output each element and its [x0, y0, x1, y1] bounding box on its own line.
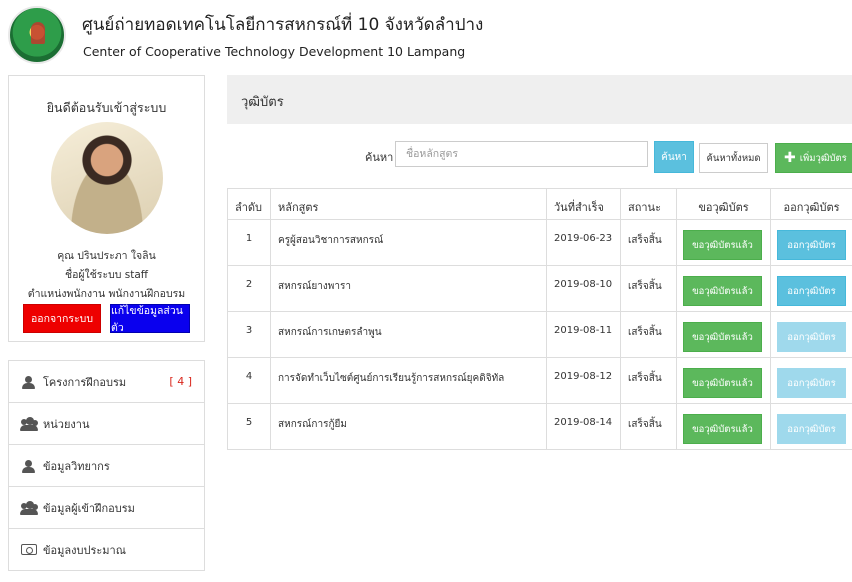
issue-certificate-button-disabled: ออกวุฒิบัตร: [777, 414, 846, 444]
issue-certificate-button[interactable]: ออกวุฒิบัตร: [777, 276, 846, 306]
course-name: การจัดทำเว็บไซต์ศูนย์การเรียนรู้การสหกรณ…: [270, 357, 547, 404]
plus-icon: ✚: [784, 150, 796, 166]
page-title: วุฒิบัตร: [241, 95, 284, 110]
user-fullname: คุณ ปรินประภา ใจลิน: [57, 250, 156, 262]
request-certificate-button[interactable]: ขอวุฒิบัตรแล้ว: [683, 414, 762, 444]
sidebar-item-trainees[interactable]: ข้อมูลผู้เข้าฝึกอบรม: [8, 486, 205, 529]
row-number: 1: [227, 219, 271, 266]
site-title-english: Center of Cooperative Technology Develop…: [83, 44, 466, 59]
sidebar-item-label: หน่วยงาน: [43, 417, 90, 431]
sidebar-item-lecturers[interactable]: ข้อมูลวิทยากร: [8, 444, 205, 487]
site-header: ศูนย์ถ่ายทอดเทคโนโลยีการสหกรณ์ที่ 10 จัง…: [0, 0, 852, 68]
course-name: สหกรณ์ยางพารา: [270, 265, 547, 312]
users-icon: [20, 418, 38, 431]
completion-date: 2019-08-14: [546, 403, 621, 450]
search-label: ค้นหา: [365, 151, 394, 164]
profile-card: ยินดีต้อนรับเข้าสู่ระบบ คุณ ปรินประภา ใจ…: [8, 75, 205, 342]
column-header-date: วันที่สำเร็จ: [546, 188, 621, 220]
row-number: 5: [227, 403, 271, 450]
search-all-button[interactable]: ค้นหาทั้งหมด: [699, 143, 768, 173]
column-header-issue: ออกวุฒิบัตร: [770, 188, 852, 220]
column-header-status: สถานะ: [620, 188, 677, 220]
column-header-course: หลักสูตร: [270, 188, 547, 220]
user-position: ตำแหน่งพนักงาน พนักงานฝึกอบรม: [27, 288, 186, 300]
add-certificate-button[interactable]: ✚ เพิ่มวุฒิบัตร: [775, 143, 852, 173]
avatar: [51, 122, 163, 234]
row-number: 2: [227, 265, 271, 312]
issue-certificate-button-disabled: ออกวุฒิบัตร: [777, 368, 846, 398]
user-username: ชื่อผู้ใช้ระบบ staff: [64, 269, 149, 281]
request-certificate-button[interactable]: ขอวุฒิบัตรแล้ว: [683, 322, 762, 352]
add-certificate-label: เพิ่มวุฒิบัตร: [799, 152, 847, 164]
welcome-text: ยินดีต้อนรับเข้าสู่ระบบ: [46, 100, 167, 115]
side-menu: โครงการฝึกอบรม [ 4 ] หน่วยงาน ข้อมูลวิทย…: [8, 360, 205, 571]
course-name: สหกรณ์การกู้ยืม: [270, 403, 547, 450]
status-text: เสร็จสิ้น: [620, 357, 677, 404]
row-number: 4: [227, 357, 271, 404]
count-badge: [ 4 ]: [169, 375, 192, 388]
completion-date: 2019-06-23: [546, 219, 621, 266]
request-certificate-button[interactable]: ขอวุฒิบัตรแล้ว: [683, 230, 762, 260]
issue-certificate-button[interactable]: ออกวุฒิบัตร: [777, 230, 846, 260]
search-input[interactable]: [395, 141, 648, 167]
status-text: เสร็จสิ้น: [620, 403, 677, 450]
cooperative-logo[interactable]: [8, 6, 66, 64]
status-text: เสร็จสิ้น: [620, 311, 677, 358]
logout-button[interactable]: ออกจากระบบ: [23, 304, 101, 333]
status-text: เสร็จสิ้น: [620, 219, 677, 266]
table-row: 3 สหกรณ์การเกษตรลำพูน 2019-08-11 เสร็จสิ…: [227, 311, 852, 358]
column-header-no: ลำดับ: [227, 188, 271, 220]
search-button[interactable]: ค้นหา: [654, 141, 694, 173]
sidebar-item-label: ข้อมูลผู้เข้าฝึกอบรม: [43, 501, 135, 515]
request-certificate-button[interactable]: ขอวุฒิบัตรแล้ว: [683, 276, 762, 306]
sidebar-item-budget[interactable]: ข้อมูลงบประมาณ: [8, 528, 205, 571]
sidebar-item-training-projects[interactable]: โครงการฝึกอบรม [ 4 ]: [8, 360, 205, 403]
certificates-table: ลำดับ หลักสูตร วันที่สำเร็จ สถานะ ขอวุฒิ…: [227, 188, 852, 450]
course-name: สหกรณ์การเกษตรลำพูน: [270, 311, 547, 358]
table-row: 2 สหกรณ์ยางพารา 2019-08-10 เสร็จสิ้น ขอว…: [227, 265, 852, 312]
user-icon: [21, 459, 37, 473]
status-text: เสร็จสิ้น: [620, 265, 677, 312]
site-title-thai: ศูนย์ถ่ายทอดเทคโนโลยีการสหกรณ์ที่ 10 จัง…: [82, 15, 484, 35]
table-row: 1 ครูผู้สอนวิชาการสหกรณ์ 2019-06-23 เสร็…: [227, 219, 852, 266]
completion-date: 2019-08-12: [546, 357, 621, 404]
sidebar-item-label: ข้อมูลงบประมาณ: [43, 543, 126, 557]
sidebar-item-label: ข้อมูลวิทยากร: [43, 459, 110, 473]
request-certificate-button[interactable]: ขอวุฒิบัตรแล้ว: [683, 368, 762, 398]
users-icon: [20, 502, 38, 515]
user-icon: [21, 375, 37, 389]
issue-certificate-button-disabled: ออกวุฒิบัตร: [777, 322, 846, 352]
completion-date: 2019-08-10: [546, 265, 621, 312]
sidebar-item-label: โครงการฝึกอบรม: [43, 375, 127, 389]
table-row: 4 การจัดทำเว็บไซต์ศูนย์การเรียนรู้การสหก…: [227, 357, 852, 404]
table-row: 5 สหกรณ์การกู้ยืม 2019-08-14 เสร็จสิ้น ข…: [227, 403, 852, 450]
course-name: ครูผู้สอนวิชาการสหกรณ์: [270, 219, 547, 266]
column-header-request: ขอวุฒิบัตร: [676, 188, 771, 220]
table-header-row: ลำดับ หลักสูตร วันที่สำเร็จ สถานะ ขอวุฒิ…: [227, 188, 852, 220]
sidebar-item-agencies[interactable]: หน่วยงาน: [8, 402, 205, 445]
panel-header: วุฒิบัตร: [227, 75, 852, 124]
completion-date: 2019-08-11: [546, 311, 621, 358]
row-number: 3: [227, 311, 271, 358]
money-icon: [21, 544, 37, 555]
edit-profile-button[interactable]: แก้ไขข้อมูลส่วนตัว: [110, 304, 190, 334]
